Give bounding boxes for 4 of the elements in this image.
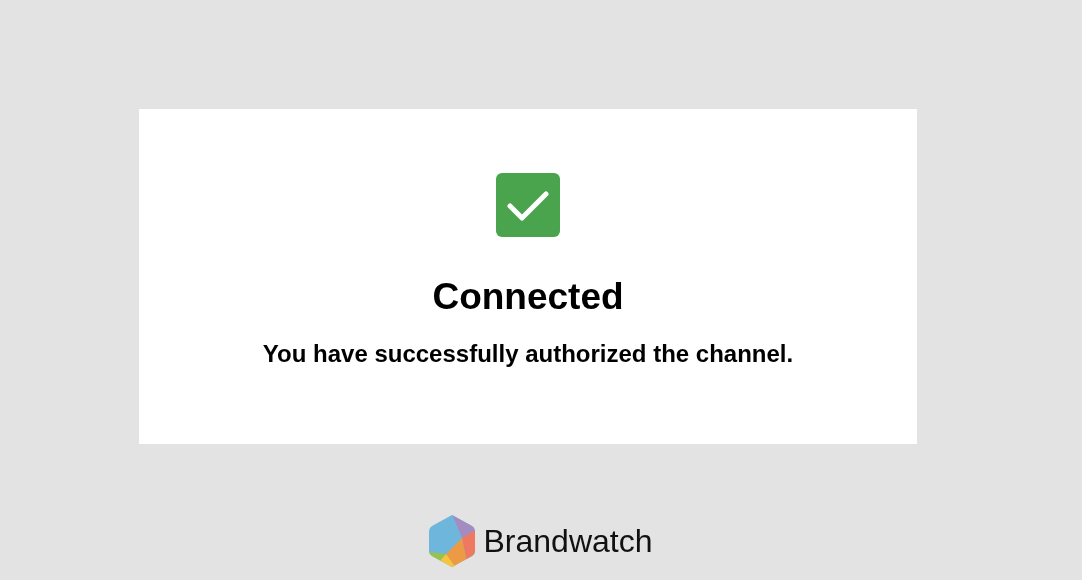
brand-name: Brandwatch [483, 522, 653, 561]
checkmark-icon [496, 173, 560, 237]
status-title: Connected [432, 275, 624, 319]
status-message: You have successfully authorized the channel. [262, 339, 794, 369]
